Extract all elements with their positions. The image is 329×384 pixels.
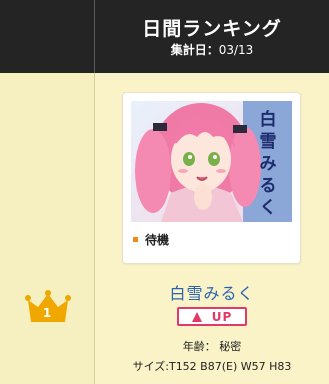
up-badge: UP — [177, 307, 247, 326]
profile-name-link[interactable]: 白雪みるく — [95, 280, 329, 304]
rank-column: 1 — [0, 73, 95, 384]
up-arrow-icon — [191, 311, 202, 322]
photo-name-char-5: く — [260, 198, 277, 218]
photo-name-char-2: 雪 — [260, 132, 277, 152]
header: 日間ランキング 集計日：03/13 — [95, 0, 329, 73]
profile-card[interactable]: 白 雪 み る く 待機 — [122, 92, 301, 264]
photo-name-char-4: る — [260, 176, 277, 196]
status-text: 待機 — [145, 232, 170, 247]
age-info: 年齢： 秘密 — [182, 340, 242, 353]
aggregation-date-label: 集計日： — [170, 43, 219, 57]
photo-name-char-3: み — [260, 154, 277, 174]
status-dot-icon — [133, 236, 138, 242]
header-left-cell — [0, 0, 95, 73]
rank-number: 1 — [42, 306, 52, 320]
page-title: 日間ランキング — [142, 18, 282, 40]
aggregation-date: 集計日：03/13 — [95, 41, 329, 58]
status-label: 待機 — [133, 230, 169, 248]
size-info: サイズ:T152 B87(E) W57 H83 — [132, 360, 292, 373]
ranking-entry: 白 雪 み る く 待機 白雪みるく UP 年齢： 秘密 サイズ:T152 B8… — [95, 73, 329, 384]
photo-name-char-1: 白 — [260, 109, 277, 130]
aggregation-date-value: 03/13 — [218, 43, 254, 57]
up-badge-label: UP — [211, 309, 233, 324]
profile-photo[interactable]: 白 雪 み る く — [131, 101, 292, 222]
